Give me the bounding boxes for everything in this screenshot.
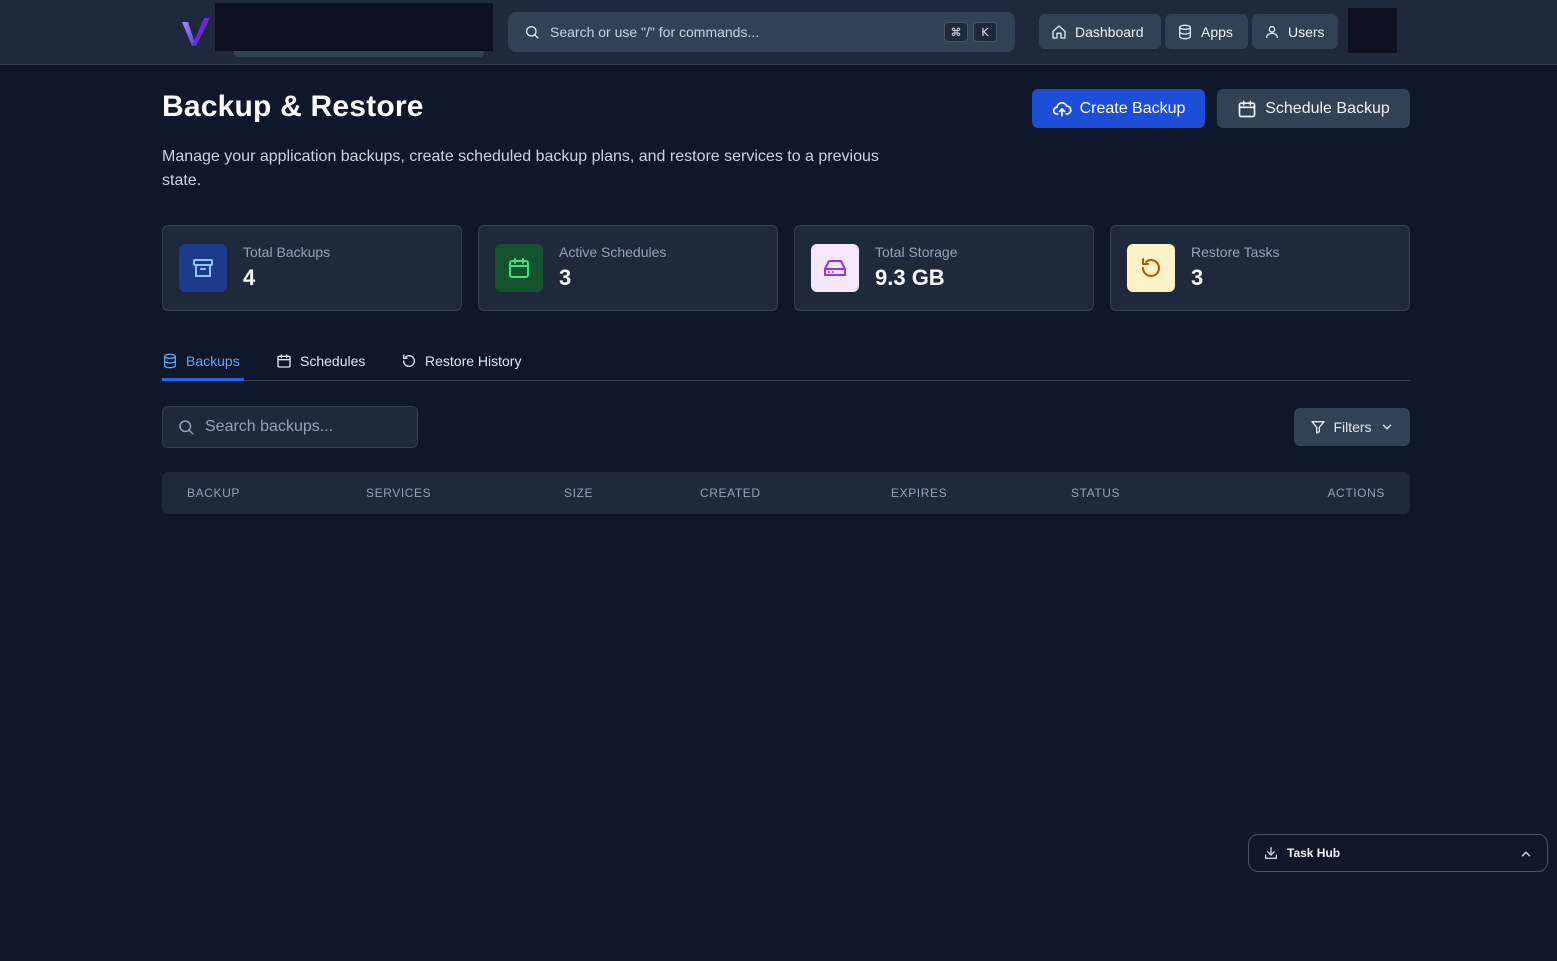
active-tab-indicator: [162, 378, 244, 381]
hard-drive-icon: [824, 260, 846, 276]
page-description: Manage your application backups, create …: [162, 148, 879, 189]
stat-value: 3: [559, 265, 572, 290]
chevron-up-icon[interactable]: [1519, 847, 1533, 861]
tab-restore-history[interactable]: Restore History: [401, 342, 521, 380]
page-title: Backup & Restore: [162, 90, 424, 123]
redacted-area: [234, 50, 484, 57]
stat-value: 9.3 GB: [875, 265, 945, 290]
search-icon: [179, 420, 194, 435]
stat-card-total-backups: Total Backups 4: [162, 225, 462, 311]
column-expires[interactable]: EXPIRES: [891, 486, 947, 500]
tab-schedules-label: Schedules: [300, 353, 366, 369]
tab-restore-history-label: Restore History: [425, 353, 522, 369]
nav-dashboard-label: Dashboard: [1075, 23, 1144, 40]
column-size[interactable]: SIZE: [564, 486, 593, 500]
column-actions: ACTIONS: [1327, 486, 1385, 500]
nav-users-label: Users: [1288, 23, 1325, 40]
calendar-icon: [509, 258, 529, 278]
stat-card-active-schedules: Active Schedules 3: [478, 225, 778, 311]
stat-card-restore-tasks: Restore Tasks 3: [1110, 225, 1410, 311]
filters-button[interactable]: Filters: [1294, 408, 1410, 446]
create-backup-button[interactable]: Create Backup: [1032, 89, 1205, 128]
tab-backups-label: Backups: [186, 353, 240, 369]
archive-icon: [193, 259, 213, 277]
stat-icon-box: [1127, 244, 1175, 292]
tabs-divider: [162, 380, 1410, 381]
redacted-workspace-name: [215, 3, 493, 51]
home-icon: [1052, 24, 1066, 39]
stat-value: 3: [1191, 265, 1204, 290]
task-hub-label: Task Hub: [1287, 846, 1341, 860]
nav-users-button[interactable]: Users: [1252, 14, 1338, 49]
app-logo[interactable]: [180, 14, 216, 50]
stat-label: Total Storage: [875, 244, 958, 260]
restore-icon: [1141, 258, 1160, 277]
column-services[interactable]: SERVICES: [366, 486, 431, 500]
nav-apps-button[interactable]: Apps: [1165, 14, 1248, 49]
stat-icon-box: [179, 244, 227, 292]
stat-value: 4: [243, 265, 256, 290]
backups-table-header: BACKUP SERVICES SIZE CREATED EXPIRES STA…: [162, 472, 1410, 514]
search-placeholder: Search or use "/" for commands...: [550, 24, 760, 40]
stat-label: Total Backups: [243, 244, 331, 260]
download-icon: [1265, 847, 1277, 859]
history-icon: [402, 354, 415, 367]
column-created[interactable]: CREATED: [700, 486, 761, 500]
stat-card-total-storage: Total Storage 9.3 GB: [794, 225, 1094, 311]
create-backup-label: Create Backup: [1079, 99, 1186, 117]
tab-backups[interactable]: Backups: [162, 342, 240, 380]
top-navigation-bar: Search or use "/" for commands... ⌘ K Da…: [0, 0, 1557, 65]
column-backup[interactable]: BACKUP: [187, 486, 240, 500]
nav-dashboard-button[interactable]: Dashboard: [1039, 14, 1161, 49]
shortcut-key-k: K: [973, 22, 997, 42]
column-status[interactable]: STATUS: [1071, 486, 1120, 500]
schedule-backup-label: Schedule Backup: [1265, 99, 1390, 117]
stat-icon-box: [811, 244, 859, 292]
filter-icon: [1311, 421, 1326, 434]
user-icon: [1266, 25, 1278, 38]
nav-apps-label: Apps: [1201, 23, 1233, 40]
user-avatar[interactable]: [1348, 8, 1397, 53]
backup-search-input[interactable]: Search backups...: [162, 406, 418, 448]
calendar-icon: [277, 354, 291, 368]
stat-label: Active Schedules: [559, 244, 667, 260]
task-hub-panel[interactable]: Task Hub: [1248, 834, 1548, 872]
stat-icon-box: [495, 244, 543, 292]
filters-label: Filters: [1333, 419, 1372, 435]
database-icon: [164, 353, 176, 369]
command-search-input[interactable]: Search or use "/" for commands... ⌘ K: [508, 12, 1015, 52]
backup-search-placeholder: Search backups...: [205, 418, 334, 435]
database-icon: [1179, 24, 1191, 39]
cloud-upload-icon: [1052, 101, 1072, 116]
shortcut-key-cmd: ⌘: [944, 22, 968, 42]
calendar-icon: [1238, 100, 1256, 117]
tab-schedules[interactable]: Schedules: [276, 342, 365, 380]
schedule-backup-button[interactable]: Schedule Backup: [1217, 89, 1410, 128]
stat-label: Restore Tasks: [1191, 244, 1280, 260]
search-icon: [526, 26, 539, 39]
chevron-down-icon: [1382, 424, 1391, 430]
